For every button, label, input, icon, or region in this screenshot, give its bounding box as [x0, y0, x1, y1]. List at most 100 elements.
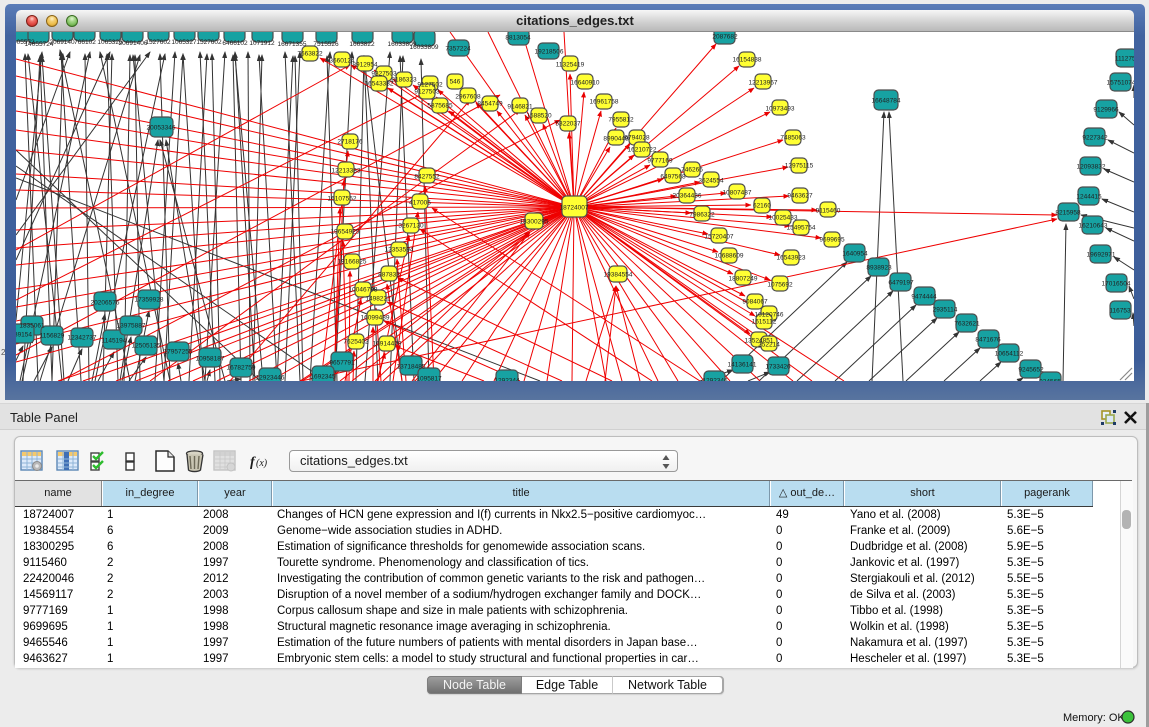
svg-text:1075692: 1075692	[767, 282, 793, 289]
svg-text:766102: 766102	[74, 39, 96, 46]
svg-text:16099489: 16099489	[361, 315, 390, 322]
svg-text:19692971: 19692971	[1087, 252, 1116, 259]
svg-text:9227342: 9227342	[1082, 135, 1108, 142]
svg-text:10025433: 10025433	[769, 215, 798, 222]
svg-text:12353594: 12353594	[385, 247, 414, 254]
svg-text:16033809: 16033809	[410, 44, 439, 51]
svg-text:12213383: 12213383	[332, 168, 361, 175]
svg-text:16671355: 16671355	[278, 41, 307, 48]
svg-text:2069140: 2069140	[49, 39, 75, 46]
svg-text:746266: 746266	[681, 167, 703, 174]
svg-text:16210643: 16210643	[1079, 223, 1108, 230]
svg-text:8215958: 8215958	[1055, 210, 1081, 217]
svg-text:12923446: 12923446	[256, 375, 285, 382]
svg-text:1588520: 1588520	[526, 113, 552, 120]
svg-text:6479197: 6479197	[888, 280, 914, 287]
svg-text:8454749: 8454749	[477, 101, 503, 108]
svg-text:546: 546	[450, 79, 461, 86]
svg-text:9127502: 9127502	[417, 82, 443, 89]
svg-text:5322037: 5322037	[555, 121, 581, 128]
svg-text:9474444: 9474444	[911, 294, 937, 301]
svg-text:3660124: 3660124	[329, 58, 355, 65]
svg-text:1156829: 1156829	[40, 333, 65, 340]
svg-text:17016504: 17016504	[1102, 281, 1131, 288]
svg-text:8938923: 8938923	[866, 265, 892, 272]
svg-text:19218506: 19218506	[535, 49, 564, 56]
svg-text:1244415: 1244415	[1076, 194, 1102, 201]
svg-text:8471676: 8471676	[975, 337, 1001, 344]
svg-text:1527602: 1527602	[196, 39, 222, 46]
svg-text:14136141: 14136141	[728, 362, 757, 369]
svg-text:1498222: 1498222	[365, 296, 391, 303]
svg-text:9777169: 9777169	[647, 158, 673, 165]
svg-text:924565: 924565	[1039, 379, 1061, 382]
svg-text:1692345: 1692345	[310, 374, 336, 381]
svg-text:62160: 62160	[753, 203, 771, 210]
svg-text:8427552: 8427552	[414, 174, 440, 181]
svg-text:15495754: 15495754	[787, 225, 816, 232]
svg-text:9657791: 9657791	[329, 360, 355, 367]
svg-text:7632621: 7632621	[954, 321, 980, 328]
svg-text:16543923: 16543923	[777, 255, 806, 262]
svg-text:3624554: 3624554	[698, 178, 724, 185]
svg-text:16782759: 16782759	[227, 365, 256, 372]
svg-text:10807487: 10807487	[723, 190, 752, 197]
svg-text:1112753: 1112753	[1115, 56, 1134, 63]
svg-text:1527602: 1527602	[145, 39, 171, 46]
svg-text:10046798: 10046798	[349, 287, 378, 294]
svg-text:1640954: 1640954	[842, 251, 868, 258]
svg-text:20053346: 20053346	[147, 125, 176, 132]
svg-text:18807249: 18807249	[729, 276, 758, 283]
svg-text:16648784: 16648784	[872, 98, 901, 105]
svg-text:887833: 887833	[378, 272, 400, 279]
svg-text:1733426: 1733426	[765, 364, 791, 371]
svg-text:9699695: 9699695	[819, 237, 845, 244]
svg-text:10958187: 10958187	[196, 356, 225, 363]
svg-text:7955812: 7955812	[608, 117, 634, 124]
svg-text:6497568: 6497568	[660, 174, 686, 181]
svg-text:13718485: 13718485	[397, 364, 426, 371]
svg-text:16914479: 16914479	[373, 341, 402, 348]
svg-text:18724007: 18724007	[560, 205, 589, 212]
svg-text:12342737: 12342737	[68, 335, 97, 342]
svg-text:7625402: 7625402	[343, 339, 369, 346]
svg-text:7986322: 7986322	[689, 212, 715, 219]
svg-text:16640910: 16640910	[571, 80, 600, 87]
svg-text:7515526: 7515526	[313, 41, 339, 48]
svg-text:1071912: 1071912	[249, 40, 275, 47]
svg-text:1663822: 1663822	[349, 41, 375, 48]
svg-text:16107552: 16107552	[328, 196, 357, 203]
svg-text:19166825: 19166825	[338, 259, 367, 266]
svg-text:1065327: 1065327	[171, 39, 197, 46]
svg-text:6466102: 6466102	[222, 40, 248, 47]
svg-text:39154: 39154	[16, 332, 32, 339]
svg-text:9084067: 9084067	[742, 299, 768, 306]
svg-text:15720407: 15720407	[705, 234, 734, 241]
svg-text:12093832: 12093832	[1077, 164, 1106, 171]
svg-text:3267130: 3267130	[398, 223, 424, 230]
svg-text:19384554: 19384554	[604, 272, 633, 279]
svg-text:2967608: 2967608	[455, 94, 481, 101]
svg-text:9127503: 9127503	[414, 89, 440, 96]
svg-text:1292344: 1292344	[494, 378, 520, 382]
svg-text:16543382: 16543382	[365, 81, 394, 88]
svg-text:19654925: 19654925	[331, 229, 360, 236]
svg-text:8813054: 8813054	[505, 35, 531, 42]
svg-text:20206576: 20206576	[91, 300, 120, 307]
svg-text:17957255: 17957255	[164, 349, 193, 356]
svg-text:15751074: 15751074	[1107, 80, 1134, 87]
svg-text:10688609: 10688609	[715, 253, 744, 260]
svg-text:7485063: 7485063	[780, 135, 806, 142]
svg-text:(x): (x)	[256, 458, 268, 469]
svg-text:16154838: 16154838	[733, 57, 762, 64]
svg-text:1145194: 1145194	[102, 338, 127, 345]
svg-text:8186323: 8186323	[391, 77, 417, 84]
svg-text:10654112: 10654112	[995, 351, 1024, 358]
svg-text:1292346: 1292346	[702, 378, 728, 382]
svg-text:9463627: 9463627	[787, 193, 813, 200]
svg-text:20691406: 20691406	[119, 40, 148, 47]
svg-text:10973493: 10973493	[766, 106, 795, 113]
svg-text:5875685: 5875685	[427, 103, 453, 110]
svg-text:12505135: 12505135	[132, 343, 161, 350]
svg-text:2087682: 2087682	[712, 34, 738, 41]
